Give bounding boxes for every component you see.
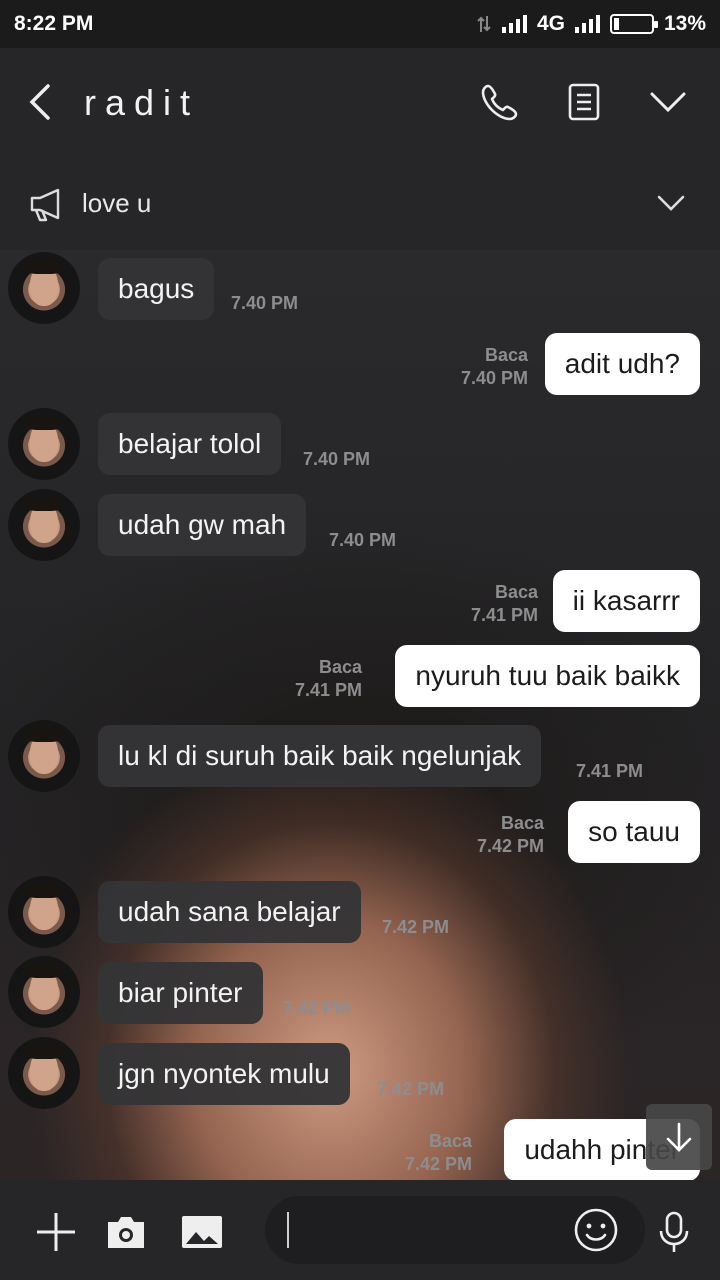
scroll-to-bottom-button[interactable]: [646, 1104, 712, 1170]
status-indicators: 4G 13%: [476, 12, 706, 36]
battery-icon: [609, 14, 658, 34]
message-bubble-incoming[interactable]: biar pinter: [98, 962, 263, 1024]
avatar[interactable]: [8, 1037, 80, 1109]
status-bar: 8:22 PM 4G 13%: [0, 0, 720, 48]
read-receipt: Baca: [484, 345, 528, 365]
message-bubble-outgoing[interactable]: ii kasarrr: [552, 570, 700, 632]
avatar[interactable]: [8, 956, 80, 1028]
chevron-down-icon[interactable]: [656, 192, 686, 214]
chevron-left-icon[interactable]: [26, 82, 58, 122]
message-time: 7.40 PM: [303, 449, 371, 469]
avatar[interactable]: [8, 408, 80, 480]
message-time: 7.40 PM: [329, 530, 397, 550]
phone-icon[interactable]: [478, 80, 522, 124]
message-time: 7.42 PM: [283, 998, 351, 1018]
avatar[interactable]: [8, 876, 80, 948]
message-bubble-incoming[interactable]: lu kl di suruh baik baik ngelunjak: [98, 725, 542, 787]
message-time: 7.42 PM: [476, 836, 544, 856]
chat-title: radit: [84, 82, 200, 123]
announcement-bar[interactable]: love u: [0, 158, 720, 250]
message-meta: Baca 7.42 PM: [477, 812, 544, 858]
message-bubble-outgoing[interactable]: so tauu: [568, 801, 700, 863]
text-caret: [287, 1212, 289, 1248]
chevron-down-icon[interactable]: [646, 80, 690, 124]
status-time: 8:22 PM: [14, 12, 94, 35]
message-meta: Baca 7.40 PM: [461, 344, 528, 390]
avatar[interactable]: [8, 489, 80, 561]
signal-icon-2: [574, 15, 600, 33]
message-time: 7.41 PM: [470, 605, 538, 625]
image-icon[interactable]: [180, 1210, 224, 1254]
message-time: 7.40 PM: [231, 293, 299, 313]
read-receipt: Baca: [494, 582, 538, 602]
message-bubble-incoming[interactable]: udah sana belajar: [98, 881, 361, 943]
message-meta: Baca 7.41 PM: [471, 581, 538, 627]
message-time: 7.42 PM: [382, 917, 450, 937]
arrow-down-icon: [666, 1122, 692, 1152]
plus-icon[interactable]: [34, 1210, 78, 1254]
chat-header: radit: [0, 48, 720, 158]
notes-icon[interactable]: [562, 80, 606, 124]
message-bubble-incoming[interactable]: belajar tolol: [98, 413, 282, 475]
data-arrows-icon: [477, 16, 491, 32]
camera-icon[interactable]: [104, 1210, 148, 1254]
read-receipt: Baca: [500, 813, 544, 833]
message-bubble-incoming[interactable]: bagus: [98, 258, 215, 320]
message-time: 7.40 PM: [460, 368, 528, 388]
network-type: 4G: [536, 12, 565, 35]
megaphone-icon: [30, 188, 60, 222]
signal-icon: [501, 15, 527, 33]
announcement-text: love u: [82, 188, 152, 218]
input-bar: [0, 1180, 720, 1280]
emoji-icon[interactable]: [572, 1206, 620, 1254]
message-meta: Baca 7.41 PM: [295, 656, 362, 702]
message-meta: Baca 7.42 PM: [405, 1130, 472, 1176]
message-time: 7.42 PM: [404, 1154, 472, 1174]
avatar[interactable]: [8, 720, 80, 792]
message-time: 7.41 PM: [576, 761, 644, 781]
battery-level: 13%: [663, 12, 706, 35]
message-bubble-incoming[interactable]: udah gw mah: [98, 494, 307, 556]
message-list[interactable]: bagus 7.40 PM Baca 7.40 PM adit udh? bel…: [0, 250, 720, 1180]
read-receipt: Baca: [428, 1131, 472, 1151]
message-time: 7.42 PM: [377, 1079, 445, 1099]
avatar[interactable]: [8, 252, 80, 324]
read-receipt: Baca: [318, 657, 362, 677]
mic-icon[interactable]: [652, 1210, 696, 1254]
message-bubble-incoming[interactable]: jgn nyontek mulu: [98, 1043, 350, 1105]
message-time: 7.41 PM: [294, 680, 362, 700]
message-bubble-outgoing[interactable]: adit udh?: [544, 333, 700, 395]
message-bubble-outgoing[interactable]: nyuruh tuu baik baikk: [395, 645, 700, 707]
